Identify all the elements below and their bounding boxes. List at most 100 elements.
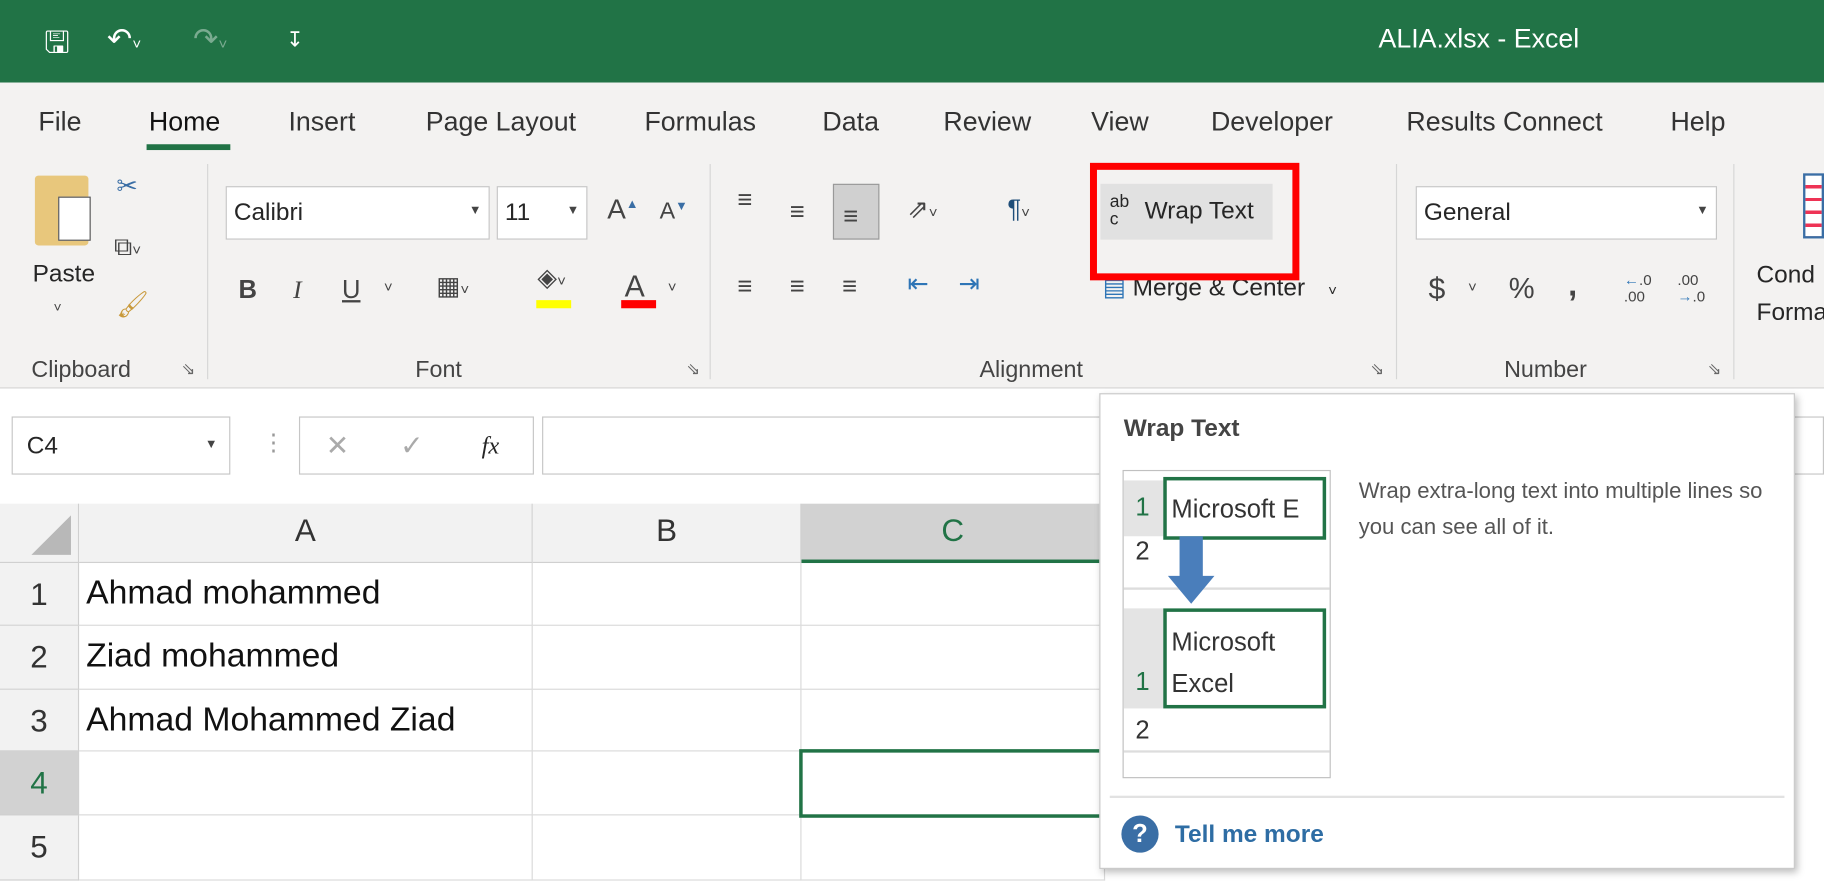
row-header-4[interactable]: 4 [0, 751, 80, 816]
row-header-1[interactable]: 1 [0, 563, 80, 626]
highlight-annotation-box [1089, 162, 1300, 281]
paste-dropdown-icon[interactable]: ˅ [54, 299, 62, 315]
cell-a3[interactable]: Ahmad Mohammed Ziad [79, 689, 533, 752]
underline-dropdown-icon[interactable]: ˅ [384, 278, 393, 295]
underline-button[interactable]: U [342, 275, 360, 305]
tab-view[interactable]: View [1091, 106, 1149, 137]
increase-font-size-icon[interactable]: A▲ [607, 194, 638, 227]
number-format-select[interactable]: General ▼ [1415, 186, 1717, 240]
cancel-button[interactable]: ✕ [326, 429, 349, 463]
column-header-a[interactable]: A [79, 503, 533, 564]
font-launcher-icon[interactable]: ⇘ [686, 359, 700, 379]
cell-b1[interactable] [532, 563, 802, 626]
illustration-row-1b: 1 [1135, 666, 1150, 696]
alignment-group-label: Alignment [979, 357, 1083, 383]
column-header-c[interactable]: C [801, 503, 1106, 564]
illustration-after-line-2: Excel [1171, 668, 1234, 698]
text-direction-icon[interactable]: ¶˅ [1007, 194, 1030, 224]
font-color-dropdown-icon[interactable]: ˅ [668, 278, 677, 295]
decrease-indent-icon[interactable]: ⇤ [907, 269, 928, 299]
cut-icon[interactable]: ✂ [116, 171, 137, 201]
select-all-button[interactable] [0, 503, 80, 564]
formula-bar-grip-icon[interactable]: ⋮ [262, 428, 285, 457]
row-header-3[interactable]: 3 [0, 689, 80, 752]
paste-icon[interactable] [34, 175, 91, 246]
alignment-launcher-icon[interactable]: ⇘ [1370, 359, 1384, 379]
middle-align-icon[interactable]: ≡ [790, 197, 805, 227]
cell-c1[interactable] [801, 563, 1106, 626]
row-header-5[interactable]: 5 [0, 815, 80, 881]
formula-buttons: ✕ ✓ fx [298, 416, 534, 475]
cell-b5[interactable] [532, 815, 802, 881]
format-painter-icon[interactable]: 🖌 [116, 290, 148, 320]
cell-c5[interactable] [801, 815, 1106, 881]
cell-c3[interactable] [801, 689, 1106, 752]
illustration-row-1: 1 [1135, 492, 1150, 522]
cell-c4-selected[interactable] [799, 749, 1108, 818]
name-box-value: C4 [26, 432, 58, 460]
font-size-select[interactable]: 11 ▼ [496, 186, 588, 240]
conditional-formatting-icon[interactable] [1803, 173, 1824, 239]
increase-indent-icon[interactable]: ⇥ [959, 269, 980, 299]
comma-style-button[interactable]: , [1568, 266, 1577, 303]
cell-b4[interactable] [532, 751, 802, 816]
cell-b2[interactable] [532, 625, 802, 690]
enter-button[interactable]: ✓ [400, 429, 423, 463]
cell-a4[interactable] [79, 751, 533, 816]
tab-insert[interactable]: Insert [288, 106, 355, 137]
customize-quick-access-icon[interactable]: ↧ [286, 28, 304, 52]
copy-icon[interactable]: ⧉˅ [114, 231, 141, 261]
tab-help[interactable]: Help [1670, 106, 1725, 137]
decrease-decimal-icon[interactable]: .00 →.0 [1677, 272, 1705, 305]
tab-file[interactable]: File [38, 106, 81, 137]
orientation-icon[interactable]: ⇗˅ [907, 194, 937, 224]
number-launcher-icon[interactable]: ⇘ [1708, 359, 1722, 379]
tab-page-layout[interactable]: Page Layout [426, 106, 576, 137]
row-header-2[interactable]: 2 [0, 625, 80, 690]
conditional-formatting-button[interactable]: Cond Forma [1757, 257, 1824, 331]
cell-c2[interactable] [801, 625, 1106, 690]
tab-formulas[interactable]: Formulas [644, 106, 756, 137]
italic-button[interactable]: I [293, 275, 302, 305]
name-box[interactable]: C4 ▼ [11, 416, 231, 475]
divider [709, 164, 711, 380]
tab-home[interactable]: Home [149, 106, 220, 137]
fill-color-icon[interactable]: ◈˅ [537, 263, 566, 293]
conditional-formatting-label-1: Cond [1756, 261, 1815, 289]
tell-me-more-link[interactable]: Tell me more [1175, 821, 1324, 849]
percent-button[interactable]: % [1509, 272, 1535, 306]
font-name-select[interactable]: Calibri ▼ [225, 186, 490, 240]
cell-a1[interactable]: Ahmad mohammed [79, 563, 533, 626]
column-header-b[interactable]: B [532, 503, 802, 564]
font-color-swatch [621, 300, 657, 309]
cell-a2[interactable]: Ziad mohammed [79, 625, 533, 690]
bottom-align-button[interactable]: ≡ [832, 183, 880, 240]
tooltip-title: Wrap Text [1123, 415, 1240, 443]
cell-b3[interactable] [532, 689, 802, 752]
chevron-down-icon: ▼ [204, 437, 218, 452]
borders-icon[interactable]: ▦˅ [436, 271, 469, 301]
tab-results-connect[interactable]: Results Connect [1406, 106, 1602, 137]
align-left-icon[interactable]: ≡ [738, 271, 753, 301]
currency-button[interactable]: $ [1428, 271, 1445, 307]
paste-button[interactable]: Paste [33, 261, 95, 289]
tab-developer[interactable]: Developer [1211, 106, 1333, 137]
save-icon[interactable]: 🖫 [44, 21, 70, 72]
clipboard-launcher-icon[interactable]: ⇘ [181, 359, 195, 379]
cell-a5[interactable] [79, 815, 533, 881]
increase-decimal-icon[interactable]: ←.0.00 [1624, 272, 1652, 305]
tab-review[interactable]: Review [943, 106, 1031, 137]
align-right-icon[interactable]: ≡ [842, 271, 857, 301]
align-center-icon[interactable]: ≡ [790, 271, 805, 301]
decrease-font-size-icon[interactable]: A▼ [660, 199, 688, 226]
tab-data[interactable]: Data [822, 106, 879, 137]
redo-icon[interactable]: ↷˅ [193, 21, 227, 57]
top-align-icon[interactable]: ≡ [738, 185, 753, 215]
illustration-before-cell: Microsoft E [1163, 476, 1327, 540]
undo-icon[interactable]: ↶˅ [107, 21, 141, 57]
bold-button[interactable]: B [238, 275, 256, 305]
insert-function-button[interactable]: fx [482, 432, 500, 461]
currency-dropdown-icon[interactable]: ˅ [1468, 278, 1477, 295]
illustration-row-2: 2 [1135, 536, 1150, 566]
help-icon[interactable]: ? [1121, 815, 1159, 853]
